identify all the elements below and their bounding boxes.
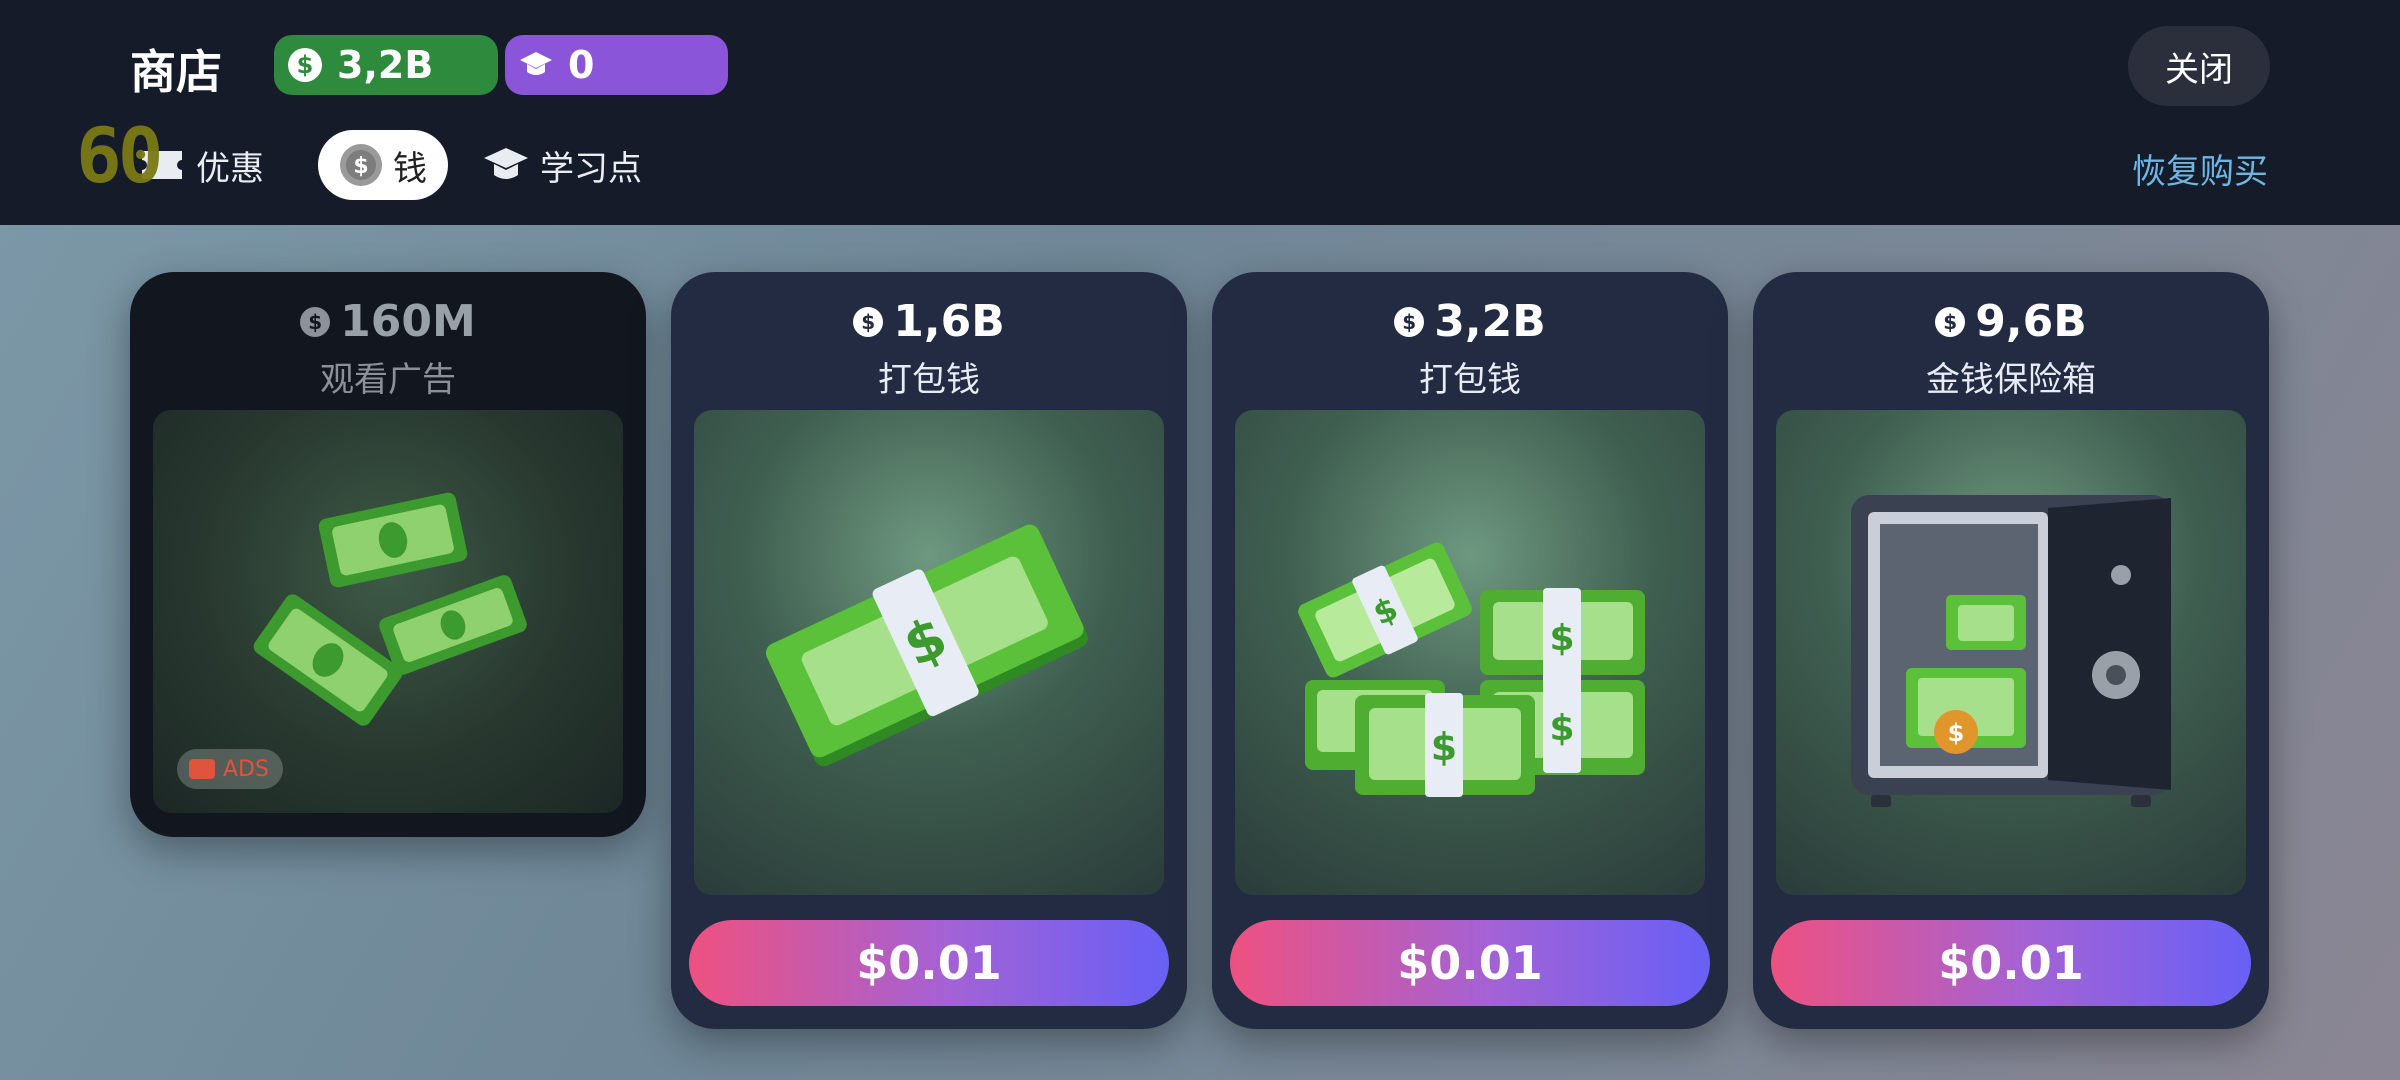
offer-card-cash-bundle[interactable]: $ 1,6B 打包钱 $ $0.01 [671,272,1187,1029]
ads-badge: ADS [177,749,283,789]
coin-icon: $ [1394,306,1425,337]
coin-icon: $ [339,143,383,187]
tab-money[interactable]: $ 钱 [318,130,448,200]
money-balance-pill[interactable]: $ 3,2B [274,35,498,95]
svg-text:$: $ [1549,618,1574,659]
fps-counter: 60 [76,111,163,200]
tab-offers-label: 优惠 [196,148,264,189]
offer-card-money-safe[interactable]: $ 9,6B 金钱保险箱 $ $0.01 [1753,272,2269,1029]
buy-button[interactable]: $0.01 [1771,920,2251,1006]
svg-text:$: $ [1948,719,1965,747]
graduation-cap-icon [482,145,530,185]
offer-label: 金钱保险箱 [1926,360,2096,400]
money-safe-image: $ [1776,410,2246,895]
cash-stacks-image: $ $ $ $ [1235,410,1705,895]
coin-icon: $ [1935,306,1966,337]
coin-icon: $ [853,306,884,337]
offer-amount: $ 9,6B [1753,296,2269,347]
floating-bills-image: ADS [153,410,623,813]
top-bar: 商店 $ 3,2B 0 关闭 优惠 $ 钱 学习点 恢复购买 [0,0,2400,225]
study-points-value: 0 [568,43,595,87]
video-icon [189,759,215,779]
buy-button[interactable]: $0.01 [689,920,1169,1006]
page-title: 商店 [130,45,222,99]
money-balance-value: 3,2B [337,43,434,87]
graduation-cap-icon [518,47,554,83]
offer-card-cash-stacks[interactable]: $ 3,2B 打包钱 $ $ $ $ $0.01 [1212,272,1728,1029]
tab-study-label: 学习点 [540,148,642,189]
cash-bundle-image: $ [694,410,1164,895]
coin-icon: $ [300,306,331,337]
tab-study-points[interactable]: 学习点 [482,130,642,200]
restore-purchases-link[interactable]: 恢复购买 [2132,144,2268,193]
offer-card-watch-ad[interactable]: $ 160M 观看广告 ADS [130,272,646,837]
svg-text:$: $ [1549,708,1574,749]
offer-amount: $ 160M [130,296,646,347]
offer-label: 打包钱 [1419,360,1521,400]
offer-label: 打包钱 [878,360,980,400]
study-points-pill[interactable]: 0 [505,35,728,95]
coin-icon: $ [287,47,323,83]
close-button[interactable]: 关闭 [2128,26,2270,106]
offer-label: 观看广告 [320,360,456,400]
tab-money-label: 钱 [393,148,427,189]
svg-text:$: $ [353,154,368,179]
buy-button[interactable]: $0.01 [1230,920,1710,1006]
offer-amount: $ 1,6B [671,296,1187,347]
svg-text:$: $ [1431,725,1457,769]
offer-amount: $ 3,2B [1212,296,1728,347]
